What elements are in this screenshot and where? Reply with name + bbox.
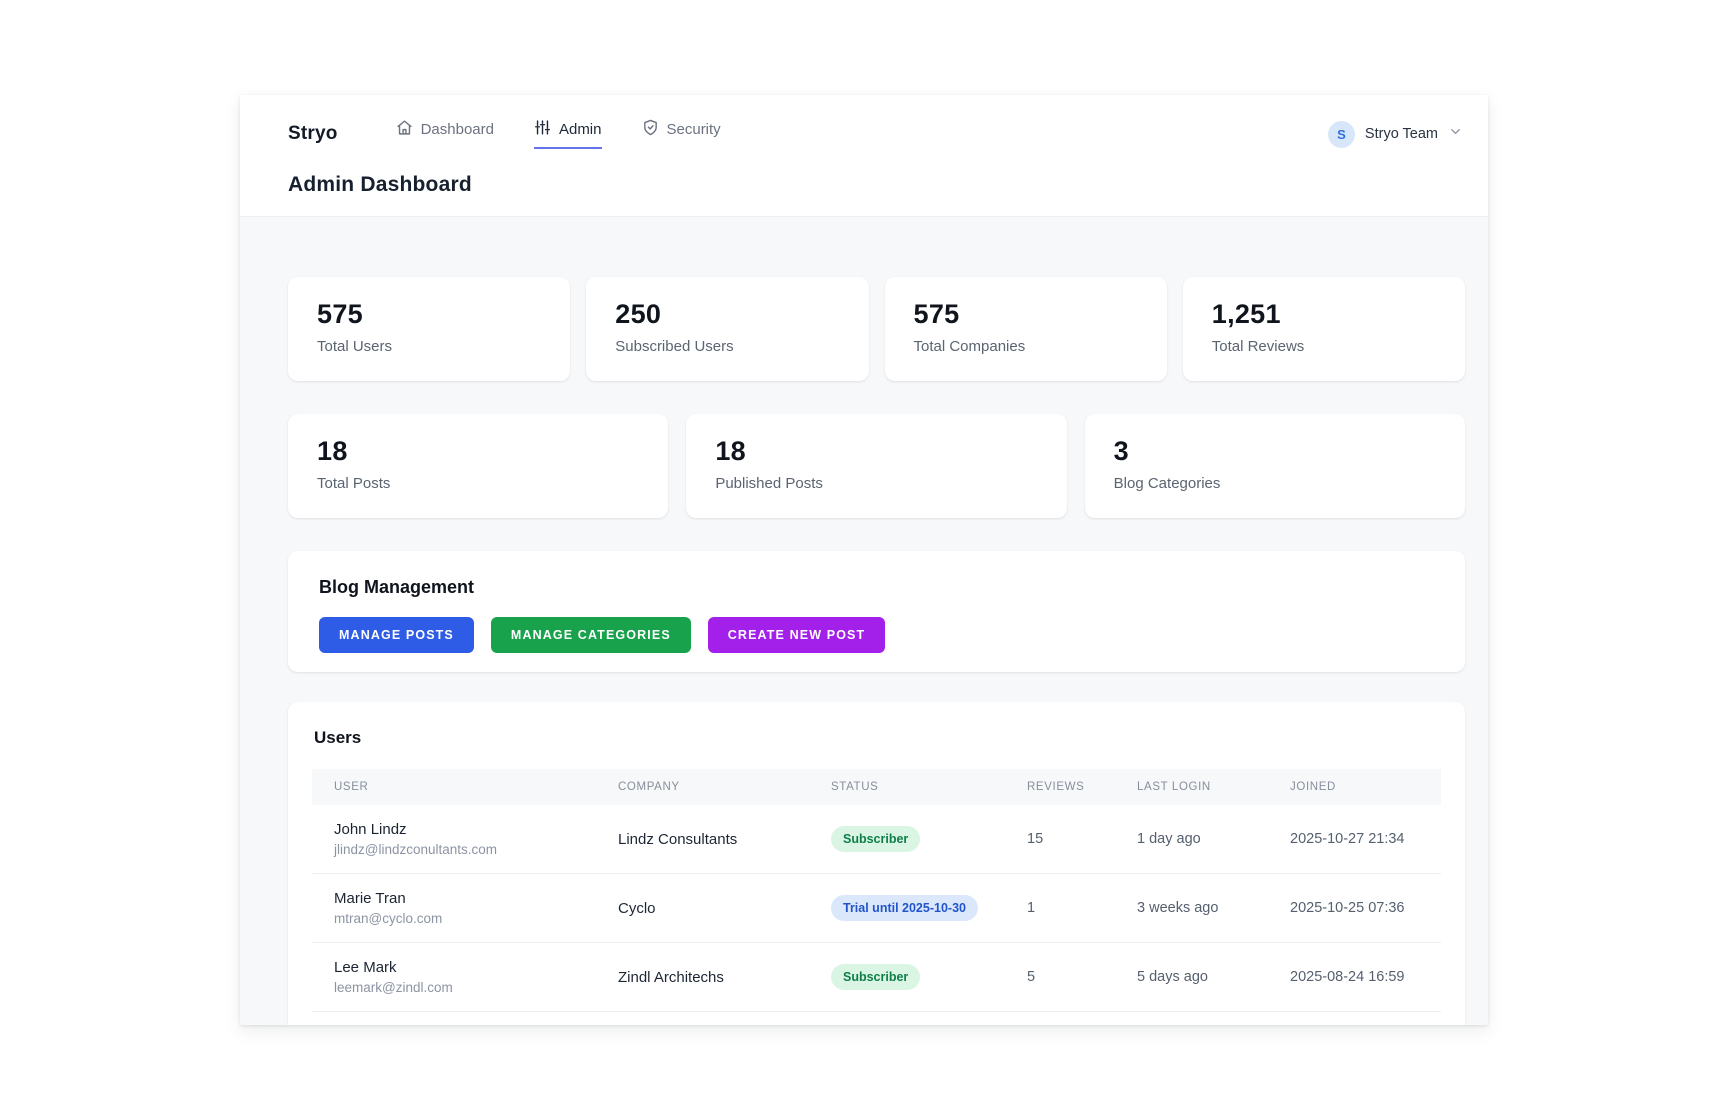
nav-item-dashboard[interactable]: Dashboard: [396, 119, 494, 149]
stat-card-subscribed-users: 250 Subscribed Users: [586, 277, 868, 381]
stat-card-published-posts: 18 Published Posts: [686, 414, 1066, 518]
stat-value: 18: [317, 436, 639, 467]
stat-label: Total Companies: [914, 338, 1138, 355]
user-joined: 2025-10-27 21:34: [1268, 805, 1441, 874]
nav-item-admin[interactable]: Admin: [534, 119, 602, 149]
blog-management-buttons: MANAGE POSTS MANAGE CATEGORIES CREATE NE…: [319, 617, 1434, 653]
user-reviews: 15: [1005, 805, 1115, 874]
column-header-reviews: REVIEWS: [1005, 769, 1115, 805]
user-email: mtran@cyclo.com: [334, 911, 588, 926]
stat-value: 575: [914, 299, 1138, 330]
nav-label-security: Security: [667, 121, 721, 138]
status-badge: Subscriber: [831, 826, 920, 852]
users-table: USER COMPANY STATUS REVIEWS LAST LOGIN J…: [312, 769, 1441, 1012]
user-company: Lindz Consultants: [596, 805, 809, 874]
header: Stryo Dashboard Admin: [240, 95, 1488, 217]
stat-card-total-reviews: 1,251 Total Reviews: [1183, 277, 1465, 381]
table-row: Marie Tran mtran@cyclo.com Cyclo Trial u…: [312, 874, 1441, 943]
top-navigation-bar: Stryo Dashboard Admin: [288, 119, 1463, 149]
stat-label: Blog Categories: [1114, 475, 1436, 492]
users-title: Users: [314, 728, 1441, 748]
blog-management-section: Blog Management MANAGE POSTS MANAGE CATE…: [288, 551, 1465, 672]
stats-row-1: 575 Total Users 250 Subscribed Users 575…: [288, 277, 1465, 381]
user-email: leemark@zindl.com: [334, 980, 588, 995]
stat-value: 3: [1114, 436, 1436, 467]
nav-item-security[interactable]: Security: [642, 119, 721, 149]
stat-label: Published Posts: [715, 475, 1037, 492]
user-name: John Lindz: [334, 821, 588, 838]
stat-card-total-users: 575 Total Users: [288, 277, 570, 381]
account-name: Stryo Team: [1365, 126, 1438, 142]
user-name: Lee Mark: [334, 959, 588, 976]
user-joined: 2025-08-24 16:59: [1268, 943, 1441, 1012]
avatar: S: [1328, 121, 1355, 148]
manage-posts-button[interactable]: MANAGE POSTS: [319, 617, 474, 653]
app-window: Stryo Dashboard Admin: [240, 95, 1488, 1025]
stat-card-total-companies: 575 Total Companies: [885, 277, 1167, 381]
table-row: John Lindz jlindz@lindzconultants.com Li…: [312, 805, 1441, 874]
stat-label: Subscribed Users: [615, 338, 839, 355]
create-new-post-button[interactable]: CREATE NEW POST: [708, 617, 885, 653]
shield-check-icon: [642, 119, 659, 140]
dashboard-content: 575 Total Users 250 Subscribed Users 575…: [240, 217, 1488, 1025]
stat-value: 1,251: [1212, 299, 1436, 330]
table-header-row: USER COMPANY STATUS REVIEWS LAST LOGIN J…: [312, 769, 1441, 805]
stats-row-2: 18 Total Posts 18 Published Posts 3 Blog…: [288, 414, 1465, 518]
stat-card-total-posts: 18 Total Posts: [288, 414, 668, 518]
user-company: Cyclo: [596, 874, 809, 943]
user-last-login: 1 day ago: [1115, 805, 1268, 874]
user-email: jlindz@lindzconultants.com: [334, 842, 588, 857]
user-last-login: 3 weeks ago: [1115, 874, 1268, 943]
column-header-status: STATUS: [809, 769, 1005, 805]
user-reviews: 5: [1005, 943, 1115, 1012]
stat-value: 18: [715, 436, 1037, 467]
user-joined: 2025-10-25 07:36: [1268, 874, 1441, 943]
users-section: Users USER COMPANY STATUS REVIEWS LAST L…: [288, 702, 1465, 1025]
table-row: Lee Mark leemark@zindl.com Zindl Archite…: [312, 943, 1441, 1012]
stat-value: 575: [317, 299, 541, 330]
nav-label-admin: Admin: [559, 121, 602, 138]
stat-label: Total Posts: [317, 475, 639, 492]
column-header-last-login: LAST LOGIN: [1115, 769, 1268, 805]
user-last-login: 5 days ago: [1115, 943, 1268, 1012]
nav-label-dashboard: Dashboard: [421, 121, 494, 138]
status-badge: Trial until 2025-10-30: [831, 895, 978, 921]
status-badge: Subscriber: [831, 964, 920, 990]
blog-management-title: Blog Management: [319, 577, 1434, 598]
sliders-icon: [534, 119, 551, 140]
stat-label: Total Reviews: [1212, 338, 1436, 355]
stat-label: Total Users: [317, 338, 541, 355]
manage-categories-button[interactable]: MANAGE CATEGORIES: [491, 617, 691, 653]
main-nav: Dashboard Admin Security: [396, 119, 721, 149]
user-company: Zindl Architechs: [596, 943, 809, 1012]
home-icon: [396, 119, 413, 140]
column-header-user: USER: [312, 769, 596, 805]
brand-logo[interactable]: Stryo: [288, 123, 338, 145]
chevron-down-icon: [1448, 124, 1463, 144]
account-menu[interactable]: S Stryo Team: [1328, 121, 1463, 148]
stat-value: 250: [615, 299, 839, 330]
user-reviews: 1: [1005, 874, 1115, 943]
column-header-joined: JOINED: [1268, 769, 1441, 805]
stat-card-blog-categories: 3 Blog Categories: [1085, 414, 1465, 518]
page-title: Admin Dashboard: [288, 173, 1463, 197]
column-header-company: COMPANY: [596, 769, 809, 805]
user-name: Marie Tran: [334, 890, 588, 907]
